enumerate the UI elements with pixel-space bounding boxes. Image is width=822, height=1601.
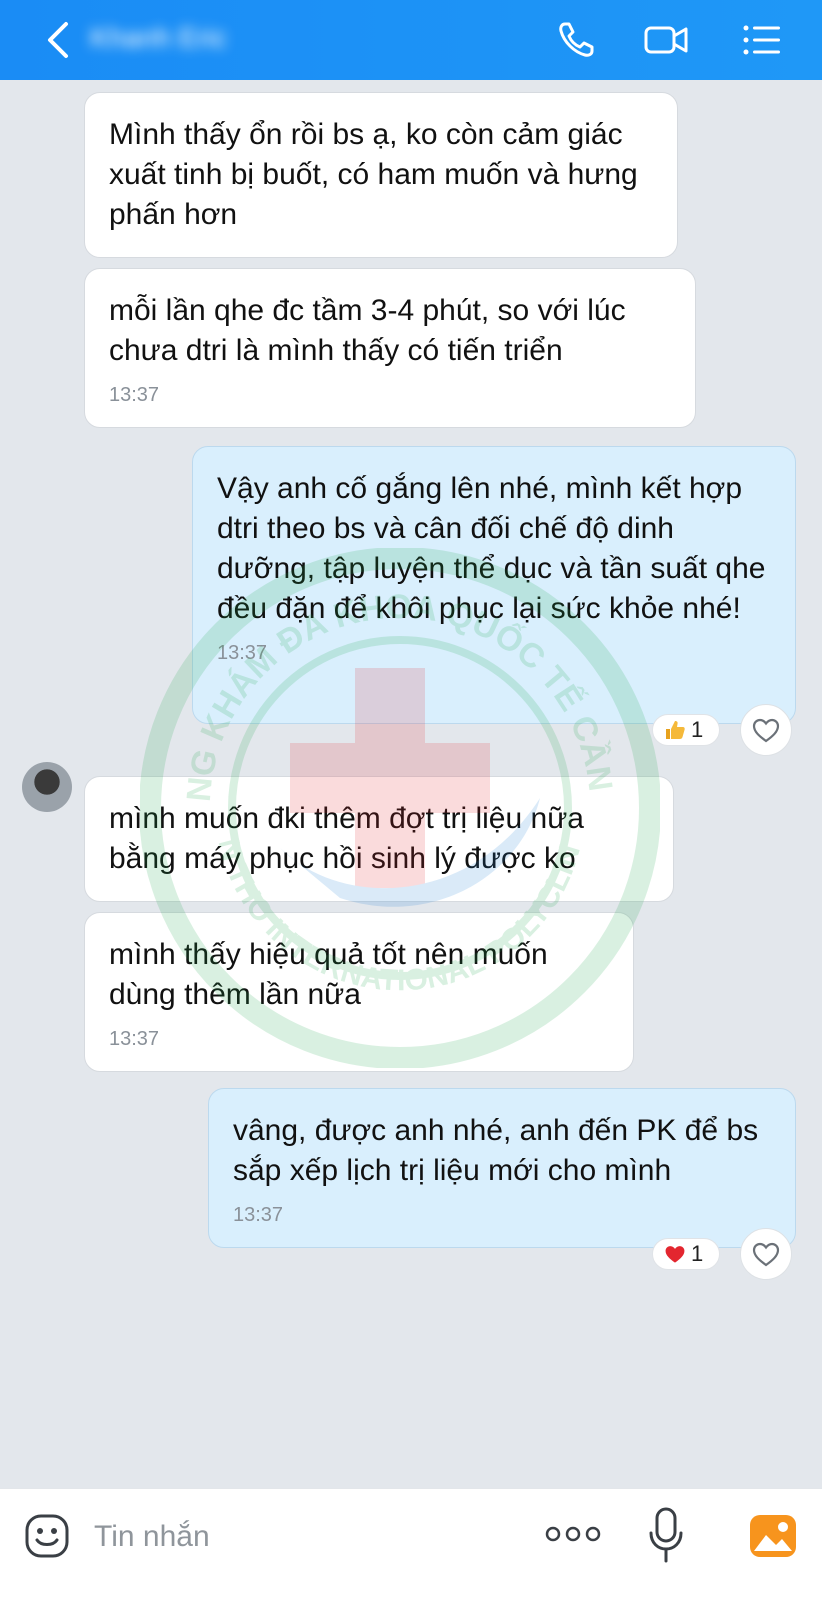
message-outgoing[interactable]: Vậy anh cố gắng lên nhé, mình kết hợp dt…	[192, 446, 796, 724]
message-incoming[interactable]: mình thấy hiệu quả tốt nên muốn dùng thê…	[84, 912, 634, 1072]
input-bar	[0, 1488, 822, 1601]
back-icon[interactable]	[40, 18, 80, 62]
message-time: 13:37	[233, 1204, 284, 1226]
message-outgoing[interactable]: vâng, được anh nhé, anh đến PK để bs sắp…	[208, 1088, 796, 1248]
heart-icon	[665, 1246, 685, 1263]
more-icon[interactable]	[544, 1519, 602, 1549]
message-incoming[interactable]: mình muốn đki thêm đợt trị liệu nữa bằng…	[84, 776, 674, 902]
message-time: 13:37	[109, 384, 160, 406]
message-text: mình thấy hiệu quả tốt nên muốn dùng thê…	[109, 938, 548, 1011]
message-time: 13:37	[109, 1028, 160, 1050]
photo-icon[interactable]	[748, 1511, 798, 1561]
message-text: Mình thấy ổn rồi bs ạ, ko còn cảm giác x…	[109, 118, 638, 231]
message-text: mình muốn đki thêm đợt trị liệu nữa bằng…	[109, 802, 584, 875]
message-incoming[interactable]: Mình thấy ổn rồi bs ạ, ko còn cảm giác x…	[84, 92, 678, 258]
message-text: mỗi lần qhe đc tầm 3-4 phút, so với lúc …	[109, 294, 626, 367]
sticker-icon[interactable]	[22, 1511, 72, 1561]
call-icon[interactable]	[552, 16, 600, 64]
reaction-count: 1	[691, 1241, 704, 1266]
contact-name[interactable]: Khanh Eric	[90, 20, 280, 56]
message-time: 13:37	[217, 642, 268, 664]
avatar[interactable]	[22, 762, 72, 812]
message-incoming[interactable]: mỗi lần qhe đc tầm 3-4 phút, so với lúc …	[84, 268, 696, 428]
message-text: vâng, được anh nhé, anh đến PK để bs sắp…	[233, 1114, 759, 1187]
heart-outline-icon	[752, 1242, 780, 1267]
message-text: Vậy anh cố gắng lên nhé, mình kết hợp dt…	[217, 472, 766, 625]
message-input[interactable]	[92, 1513, 476, 1561]
add-reaction-button[interactable]	[740, 704, 792, 756]
chat-header: Khanh Eric	[0, 0, 822, 80]
add-reaction-button[interactable]	[740, 1228, 792, 1280]
microphone-icon[interactable]	[648, 1505, 684, 1565]
menu-icon[interactable]	[738, 16, 786, 64]
heart-outline-icon	[752, 718, 780, 743]
reaction-badge[interactable]: 1	[652, 714, 720, 746]
reaction-badge[interactable]: 1	[652, 1238, 720, 1270]
thumbs-up-icon	[666, 721, 685, 739]
video-call-icon[interactable]	[642, 16, 690, 64]
reaction-count: 1	[691, 717, 704, 742]
